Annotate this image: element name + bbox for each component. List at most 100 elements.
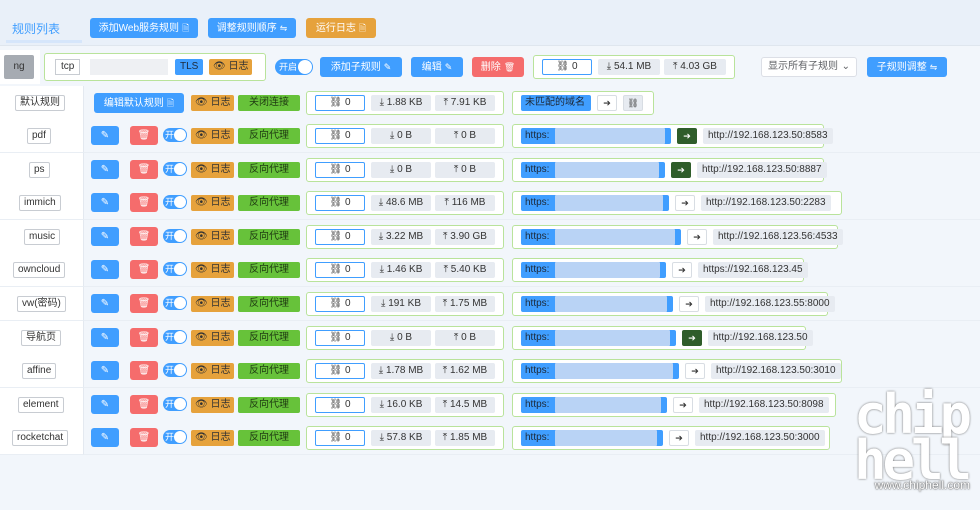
download-value: 1.78 MB — [385, 365, 424, 377]
edit-rule-button[interactable]: ✎ — [91, 327, 119, 347]
sub-rule-adjust-button[interactable]: 子规则调整 ⇋ — [867, 57, 947, 77]
toggle-label: 开 — [165, 264, 175, 275]
toggle-label: 开 — [165, 398, 175, 409]
rule-toggle[interactable]: 开 — [163, 161, 187, 176]
download-icon: ⤓ — [379, 398, 385, 410]
tls-tag: TLS — [175, 59, 204, 75]
frontend-url: https: — [521, 161, 665, 178]
arrow-right-icon: ➔ — [685, 363, 705, 380]
toggle-knob — [174, 297, 186, 309]
rule-toggle[interactable]: 开 — [163, 262, 187, 277]
rule-toggle[interactable]: 开 — [163, 128, 187, 142]
rule-toggle[interactable]: 开 — [163, 296, 187, 310]
rule-log-tag[interactable]: 👁 日志 — [191, 161, 235, 178]
upload-icon: ⤒ — [443, 230, 448, 242]
conn-value: 0 — [344, 130, 351, 141]
edit-rule-button[interactable]: ✎ — [91, 260, 119, 280]
rule-log-tag[interactable]: 👁 日志 — [191, 296, 235, 312]
rule-toggle[interactable]: 开 — [163, 195, 187, 210]
conn-value: 0 — [344, 298, 351, 309]
download-icon: ⤓ — [606, 61, 612, 72]
delete-rule-button[interactable]: 🗑 — [130, 159, 158, 179]
delete-rule-button[interactable]: 🗑 — [130, 327, 158, 347]
download-icon: ⤓ — [378, 230, 384, 242]
edit-default-rule-button[interactable]: 编辑默认规则 🗎 — [94, 93, 184, 113]
download-icon: ⤓ — [389, 163, 395, 175]
edit-rule-button[interactable]: ✎ — [91, 394, 119, 414]
delete-rule-button[interactable]: 🗑 — [130, 126, 158, 145]
rule-url-box: https: ➔ http://192.168.123.50:3010 — [512, 359, 842, 384]
eye-icon: 👁 — [195, 264, 208, 276]
delete-rule-button[interactable]: 🗑 — [130, 428, 158, 448]
delete-service-button[interactable]: 删除 🗑 — [472, 57, 524, 77]
edit-rule-button[interactable]: ✎ — [91, 361, 119, 381]
rule-log-tag[interactable]: 👁 日志 — [191, 430, 235, 447]
default-download-value: 1.88 KB — [386, 97, 423, 108]
delete-rule-button[interactable]: 🗑 — [130, 226, 158, 246]
run-log-button[interactable]: 运行日志 🗎 — [306, 18, 376, 38]
table-row: ps ✎ 🗑 开 👁 日志 反向代理 ⛓ 0 ⤓ 0 B ⤒ 0 B https… — [0, 152, 980, 187]
rule-stats: ⛓ 0 ⤓ 0 B ⤒ 0 B — [306, 157, 504, 182]
toggle-knob — [174, 364, 186, 377]
rule-name-cell: pdf — [0, 119, 84, 153]
rule-log-tag[interactable]: 👁 日志 — [191, 195, 235, 212]
delete-rule-button[interactable]: 🗑 — [130, 260, 158, 280]
rule-log-tag[interactable]: 👁 日志 — [191, 128, 235, 144]
edit-rule-button[interactable]: ✎ — [91, 159, 119, 179]
rule-ops: ✎ 🗑 开 👁 日志 反向代理 ⛓ 0 ⤓ 0 B ⤒ 0 B https: ➔… — [84, 119, 980, 153]
upload-icon: ⤒ — [453, 331, 459, 343]
rule-log-tag[interactable]: 👁 日志 — [191, 329, 235, 346]
rule-log-label: 日志 — [210, 130, 231, 141]
rule-toggle[interactable]: 开 — [163, 396, 187, 411]
conn-value: 0 — [344, 398, 351, 410]
rule-log-tag[interactable]: 👁 日志 — [191, 262, 235, 279]
backend-target: http://192.168.123.50:3000 — [695, 430, 825, 447]
upload-value: 14.5 MB — [449, 398, 488, 410]
service-toggle[interactable]: 开启 — [275, 59, 313, 75]
rule-name-cell: 导航页 — [0, 320, 84, 355]
download-icon: ⤓ — [380, 298, 386, 309]
delete-rule-button[interactable]: 🗑 — [130, 394, 158, 414]
rule-log-tag[interactable]: 👁 日志 — [191, 363, 235, 380]
service-conn-chip: ⛓ 0 — [542, 59, 592, 75]
delete-rule-button[interactable]: 🗑 — [130, 193, 158, 213]
rule-ops: ✎ 🗑 开 👁 日志 反向代理 ⛓ 0 ⤓ 3.22 MB ⤒ 3.90 GB … — [84, 219, 980, 254]
rule-toggle[interactable]: 开 — [163, 363, 187, 378]
service-name: ng — [4, 55, 34, 79]
show-sub-rules-label: 显示所有子规则 — [768, 61, 838, 72]
edit-rule-button[interactable]: ✎ — [91, 126, 119, 145]
service-upload-value: 4.03 GB — [680, 61, 717, 72]
add-web-rule-button[interactable]: 添加Web服务规则 🗎 — [90, 18, 198, 38]
link-icon: ⛓ — [329, 163, 343, 175]
edit-rule-button[interactable]: ✎ — [91, 193, 119, 213]
rule-log-tag[interactable]: 👁 日志 — [191, 396, 235, 413]
reverse-proxy-tag: 反向代理 — [238, 128, 300, 144]
rule-toggle[interactable]: 开 — [163, 430, 187, 445]
service-download-chip: ⤓ 54.1 MB — [598, 59, 660, 75]
delete-rule-button[interactable]: 🗑 — [130, 361, 158, 381]
eye-icon: 👁 — [195, 163, 208, 175]
frontend-url: https: — [521, 128, 671, 144]
document-icon: 🗎 — [358, 23, 367, 33]
add-sub-rule-button[interactable]: 添加子规则 ✎ — [320, 57, 402, 77]
default-log-tag[interactable]: 👁 日志 — [191, 95, 235, 111]
edit-rule-button[interactable]: ✎ — [91, 428, 119, 448]
rule-log-tag[interactable]: 👁 日志 — [191, 228, 235, 245]
rule-toggle[interactable]: 开 — [163, 329, 187, 344]
edit-rule-button[interactable]: ✎ — [91, 226, 119, 246]
show-sub-rules-select[interactable]: 显示所有子规则 ⌄ — [761, 57, 857, 77]
conn-chip: ⛓ 0 — [315, 329, 365, 346]
service-log-tag[interactable]: 👁 日志 — [209, 59, 253, 75]
delete-rule-button[interactable]: 🗑 — [130, 294, 158, 313]
edit-service-button[interactable]: 编辑 ✎ — [411, 57, 463, 77]
url-scheme: https: — [525, 432, 550, 444]
conn-chip: ⛓ 0 — [315, 363, 365, 380]
top-toolbar: 规则列表 添加Web服务规则 🗎 调整规则顺序 ⇋ 运行日志 🗎 — [0, 0, 980, 46]
rule-toggle[interactable]: 开 — [163, 228, 187, 243]
download-chip: ⤓ 48.6 MB — [371, 195, 431, 212]
adjust-order-button[interactable]: 调整规则顺序 ⇋ — [208, 18, 296, 38]
tab-rule-list[interactable]: 规则列表 — [12, 20, 60, 37]
edit-rule-button[interactable]: ✎ — [91, 294, 119, 313]
rule-name: element — [18, 396, 64, 413]
default-rule-name-cell: 默认规则 — [0, 86, 84, 120]
